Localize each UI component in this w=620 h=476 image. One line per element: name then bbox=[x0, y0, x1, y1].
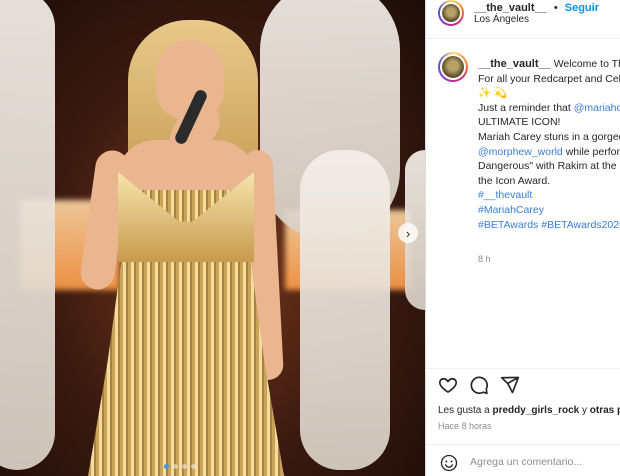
mention-link[interactable]: @morphew_world bbox=[478, 146, 563, 158]
caption-text-segment: while perfor bbox=[562, 145, 620, 158]
caption-line: #__thevault bbox=[478, 188, 620, 203]
caption-line: #MariahCarey bbox=[478, 203, 620, 218]
location-link[interactable]: Los Ángeles bbox=[474, 14, 529, 25]
post-header: __the_vault__ • Seguir Los Ángeles bbox=[426, 0, 620, 39]
likes-summary: Les gusta a preddy_girls_rock y otras p bbox=[438, 405, 620, 416]
carousel-dot bbox=[164, 464, 169, 469]
follow-button[interactable]: Seguir bbox=[565, 2, 599, 14]
caption-line: #BETAwards #BETAwards2025 bbox=[478, 218, 620, 233]
comment-icon[interactable] bbox=[469, 375, 489, 395]
post-time-ago: Hace 8 horas bbox=[438, 421, 492, 431]
caption-line: Mariah Carey stuns in a gorged bbox=[478, 130, 620, 143]
caption-line: Just a reminder that @mariahc bbox=[478, 101, 620, 116]
carousel-dot bbox=[173, 464, 178, 469]
likes-others-link[interactable]: otras p bbox=[590, 405, 620, 416]
post-side-panel: __the_vault__ • Seguir Los Ángeles __the… bbox=[425, 0, 620, 476]
caption-line: the Icon Award. bbox=[478, 174, 551, 187]
hashtag-link[interactable]: #BETAwards bbox=[478, 219, 538, 231]
avatar[interactable] bbox=[438, 0, 464, 26]
caption-line: ULTIMATE ICON! bbox=[478, 116, 561, 129]
caption-line: @morphew_world while perfor bbox=[478, 145, 620, 160]
emoji-icon[interactable] bbox=[440, 454, 458, 472]
carousel-dot bbox=[191, 464, 196, 469]
share-icon[interactable] bbox=[500, 375, 520, 395]
carousel-dot bbox=[182, 464, 187, 469]
carousel-indicator bbox=[164, 464, 196, 469]
hashtag-link[interactable]: #BETAwards2025 bbox=[541, 219, 620, 231]
caption-line: __the_vault__ Welcome to The bbox=[478, 57, 620, 72]
likes-text: y bbox=[579, 405, 590, 416]
caption-avatar[interactable] bbox=[438, 52, 468, 82]
carousel-next-button[interactable]: › bbox=[398, 223, 418, 243]
likes-text: Les gusta a bbox=[438, 405, 493, 416]
caption-text-segment: Just a reminder that bbox=[478, 101, 574, 114]
header-username[interactable]: __the_vault__ bbox=[474, 2, 547, 14]
comment-input[interactable] bbox=[468, 451, 620, 473]
background-dancer bbox=[300, 150, 390, 470]
likes-user-link[interactable]: preddy_girls_rock bbox=[492, 405, 579, 416]
caption-emoji-line: ✨ 💫 bbox=[478, 87, 508, 100]
instagram-post: › __the_vault__ • Seguir Los Ángeles __t… bbox=[0, 0, 620, 476]
caption-text-segment: Welcome to The bbox=[553, 58, 620, 70]
caption-username[interactable]: __the_vault__ bbox=[478, 58, 551, 70]
caption-line: For all your Redcarpet and Cele bbox=[478, 72, 620, 85]
caption-timestamp: 8 h bbox=[478, 254, 491, 264]
comment-bar bbox=[426, 444, 620, 476]
caption-line: Dangerous" with Rakim at the bbox=[478, 160, 617, 173]
background-dancer bbox=[0, 0, 55, 470]
post-actions bbox=[426, 368, 620, 397]
caption-text: __the_vault__ Welcome to The For all you… bbox=[478, 57, 620, 232]
hashtag-link[interactable]: #MariahCarey bbox=[478, 204, 544, 216]
hashtag-link[interactable]: #__thevault bbox=[478, 189, 532, 201]
separator-dot: • bbox=[553, 2, 558, 14]
post-image[interactable]: › bbox=[0, 0, 425, 476]
heart-icon[interactable] bbox=[438, 375, 458, 395]
mention-link[interactable]: @mariahc bbox=[574, 102, 620, 114]
header-user-line: __the_vault__ • Seguir bbox=[474, 2, 599, 14]
chevron-right-icon: › bbox=[405, 225, 411, 241]
